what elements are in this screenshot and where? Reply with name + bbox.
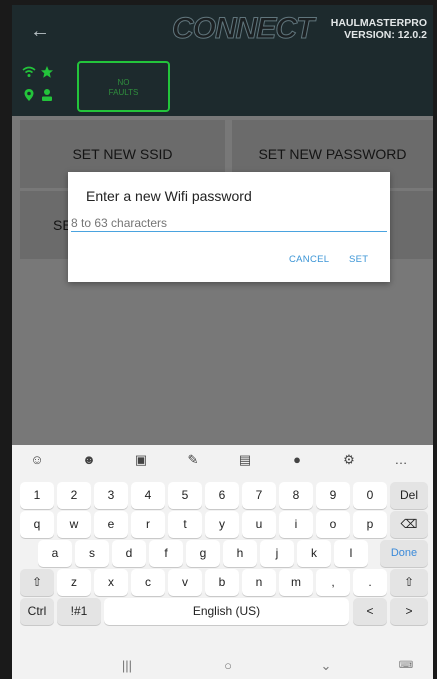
mic-icon[interactable]: ●	[277, 445, 317, 475]
delete-key[interactable]: Del	[390, 482, 428, 509]
key-r[interactable]: r	[131, 511, 165, 538]
key-v[interactable]: v	[168, 569, 202, 596]
app-window: ← CONNECT HAULMASTERPRO VERSION: 12.0.2 …	[12, 5, 433, 679]
key-s[interactable]: s	[75, 540, 109, 567]
key-3[interactable]: 3	[94, 482, 128, 509]
driver-icon	[42, 89, 52, 101]
symbols-key[interactable]: !#1	[57, 598, 101, 625]
set-button[interactable]: SET	[349, 254, 368, 265]
gif-icon[interactable]: ▣	[121, 445, 161, 475]
key-i[interactable]: i	[279, 511, 313, 538]
shift-left-icon[interactable]: ⇧	[20, 569, 54, 596]
space-bar[interactable]: English (US)	[104, 598, 349, 625]
key-6[interactable]: 6	[205, 482, 239, 509]
hide-keyboard-icon[interactable]: ⌄	[306, 653, 346, 679]
key-q[interactable]: q	[20, 511, 54, 538]
key-p[interactable]: p	[353, 511, 387, 538]
location-pin-icon	[24, 89, 34, 101]
set-password-label: SET NEW PASSWORD	[258, 146, 407, 162]
key-d[interactable]: d	[112, 540, 146, 567]
key-y[interactable]: y	[205, 511, 239, 538]
key-4[interactable]: 4	[131, 482, 165, 509]
ctrl-key[interactable]: Ctrl	[20, 598, 54, 625]
fault-status-line1: NO	[117, 78, 130, 87]
key-,[interactable]: ,	[316, 569, 350, 596]
key-b[interactable]: b	[205, 569, 239, 596]
key-g[interactable]: g	[186, 540, 220, 567]
system-nav-bar: ||| ○ ⌄ ⌨	[12, 653, 433, 679]
star-icon	[41, 66, 53, 78]
status-bar: NO FAULTS	[12, 58, 433, 116]
cancel-button[interactable]: CANCEL	[289, 254, 329, 265]
fault-status-line2: FAULTS	[108, 88, 139, 97]
key-o[interactable]: o	[316, 511, 350, 538]
sticker-icon[interactable]: ☻	[69, 445, 109, 475]
done-key[interactable]: Done	[380, 540, 428, 567]
key-7[interactable]: 7	[242, 482, 276, 509]
cursor-right-icon[interactable]: >	[390, 598, 428, 625]
password-input[interactable]	[71, 214, 387, 232]
recent-apps-icon[interactable]: |||	[107, 653, 147, 679]
key-c[interactable]: c	[131, 569, 165, 596]
settings-icon[interactable]: ⚙	[329, 445, 369, 475]
key-n[interactable]: n	[242, 569, 276, 596]
key-.[interactable]: .	[353, 569, 387, 596]
key-u[interactable]: u	[242, 511, 276, 538]
app-logo: CONNECT	[171, 12, 314, 46]
key-h[interactable]: h	[223, 540, 257, 567]
backspace-icon[interactable]: ⌫	[390, 511, 428, 538]
key-1[interactable]: 1	[20, 482, 54, 509]
back-arrow-icon[interactable]: ←	[26, 17, 54, 45]
key-a[interactable]: a	[38, 540, 72, 567]
soft-keyboard: ☺ ☻ ▣ ✎ ▤ ● ⚙ … 1234567890 qwertyuiop asdfghjkl zx…	[12, 445, 433, 679]
fault-status-badge[interactable]: NO FAULTS	[77, 61, 170, 112]
handwriting-icon[interactable]: ✎	[173, 445, 213, 475]
wifi-password-dialog: Enter a new Wifi password CANCEL SET	[68, 172, 390, 282]
key-k[interactable]: k	[297, 540, 331, 567]
set-ssid-label: SET NEW SSID	[72, 146, 173, 162]
app-bar: ← CONNECT HAULMASTERPRO VERSION: 12.0.2	[12, 5, 433, 58]
key-9[interactable]: 9	[316, 482, 350, 509]
version-number: VERSION: 12.0.2	[344, 29, 427, 41]
version-info: HAULMASTERPRO VERSION: 12.0.2	[331, 17, 427, 41]
key-w[interactable]: w	[57, 511, 91, 538]
key-x[interactable]: x	[94, 569, 128, 596]
key-m[interactable]: m	[279, 569, 313, 596]
dialog-title: Enter a new Wifi password	[86, 188, 252, 204]
emoji-icon[interactable]: ☺	[17, 445, 57, 475]
cursor-left-icon[interactable]: <	[353, 598, 387, 625]
key-e[interactable]: e	[94, 511, 128, 538]
key-5[interactable]: 5	[168, 482, 202, 509]
key-f[interactable]: f	[149, 540, 183, 567]
key-8[interactable]: 8	[279, 482, 313, 509]
home-icon[interactable]: ○	[208, 653, 248, 679]
key-j[interactable]: j	[260, 540, 294, 567]
keyboard-switch-icon[interactable]: ⌨	[386, 653, 426, 679]
key-t[interactable]: t	[168, 511, 202, 538]
wifi-icon	[22, 66, 36, 77]
key-2[interactable]: 2	[57, 482, 91, 509]
key-z[interactable]: z	[57, 569, 91, 596]
key-0[interactable]: 0	[353, 482, 387, 509]
more-icon[interactable]: …	[381, 445, 421, 475]
key-l[interactable]: l	[334, 540, 368, 567]
clipboard-icon[interactable]: ▤	[225, 445, 265, 475]
product-name: HAULMASTERPRO	[330, 17, 427, 29]
shift-right-icon[interactable]: ⇧	[390, 569, 428, 596]
